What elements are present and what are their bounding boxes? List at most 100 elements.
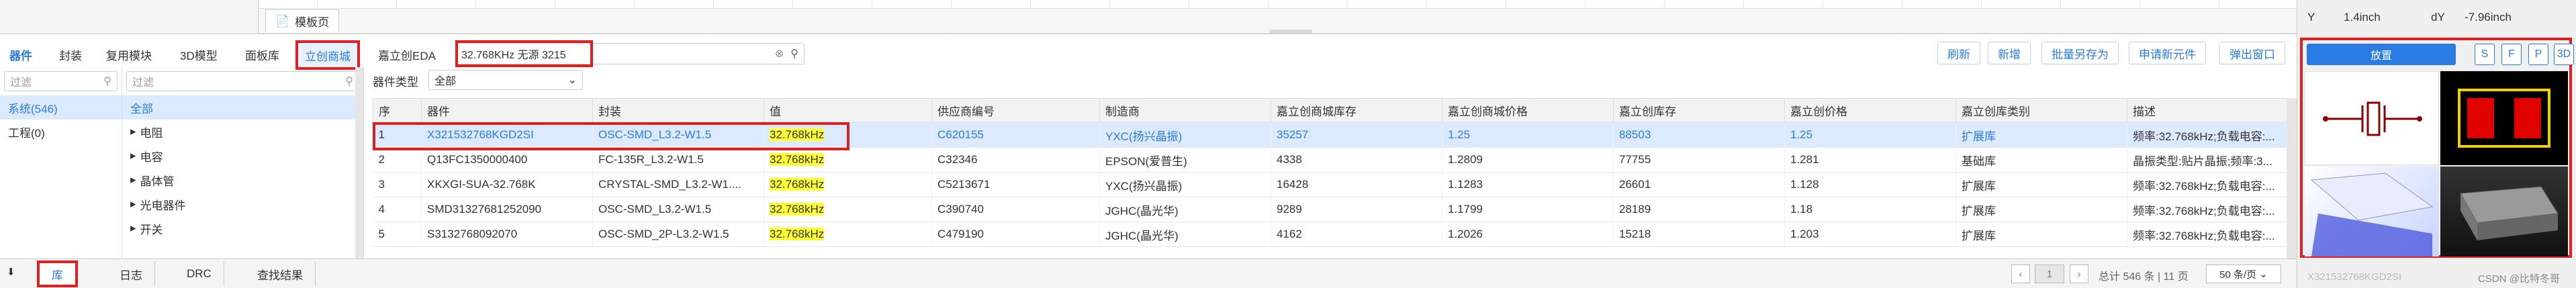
table-cell: JGHC(晶光华) (1099, 197, 1271, 222)
table-row[interactable]: 5 S3132768092070 OSC-SMD_2P-L3.2-W1.5 32.76… (373, 222, 2287, 247)
preview-caption: X321532768KGD2SI (2307, 271, 2402, 283)
tree-item[interactable]: ▸ 光电器件 (122, 192, 363, 216)
column-header[interactable]: 嘉立创库类别 (1956, 98, 2127, 123)
pcb-render-icon (2310, 173, 2434, 256)
caret-right-icon: ▸ (130, 222, 136, 234)
bottom-tab-drc[interactable]: DRC (175, 262, 224, 286)
table-cell: 1.1283 (1442, 172, 1614, 197)
per-page-value: 50 条/页 (2219, 269, 2257, 281)
tab-devices[interactable]: 器件 (3, 42, 39, 67)
3d-view-button[interactable]: 3D (2554, 44, 2574, 65)
symbol-view-button[interactable]: S (2475, 44, 2495, 65)
table-cell: EPSON(爱普生) (1099, 147, 1271, 173)
tree-item[interactable]: ▸ 晶体管 (122, 168, 363, 192)
column-header[interactable]: 嘉立创商城库存 (1271, 98, 1442, 123)
filter-input-tree[interactable]: 过滤 ⚲ (126, 71, 359, 91)
table-cell: 32.768kHz (764, 172, 932, 197)
table-cell: 1.2026 (1442, 222, 1614, 247)
table-cell: 16428 (1271, 172, 1442, 197)
footprint-pads-icon (2458, 89, 2550, 148)
table-cell: C620155 (931, 122, 1100, 148)
tree-item[interactable]: ▸ 电阻 (122, 119, 363, 144)
device-type-label: 器件类型 (373, 76, 418, 89)
column-header[interactable]: 制造商 (1099, 98, 1271, 123)
tab-reuse-modules[interactable]: 复用模块 (99, 42, 158, 67)
value-highlight: 32.768kHz (770, 228, 825, 240)
column-header[interactable]: 序 (373, 98, 422, 123)
table-cell: 15218 (1613, 222, 1785, 247)
popout-window-button[interactable]: 弹出窗口 (2219, 42, 2285, 64)
tree-item[interactable]: ▸ 开关 (122, 216, 363, 240)
footprint-view-button[interactable]: F (2501, 44, 2522, 65)
next-page-button[interactable]: › (2070, 265, 2088, 283)
table-row[interactable]: 4 SMD31327681252090 OSC-SMD_L3.2-W1.5 32.76… (373, 197, 2287, 222)
table-cell: S3132768092070 (421, 222, 593, 247)
tree-item-label: 电容 (140, 150, 163, 164)
table-row[interactable]: 3 XKXGI-SUA-32.768K CRYSTAL-SMD_L3.2-W1...… (373, 172, 2287, 197)
place-button[interactable]: 放置 (2307, 44, 2456, 65)
bottom-tab-library[interactable]: 库 (37, 260, 78, 287)
table-cell: 5 (373, 222, 422, 247)
table-scrollbar[interactable] (2287, 98, 2297, 258)
per-page-select[interactable]: 50 条/页 ⌄ (2206, 265, 2281, 283)
table-cell: C479190 (931, 222, 1100, 247)
tab-3d-models[interactable]: 3D模型 (173, 42, 224, 67)
column-header[interactable]: 嘉立创价格 (1784, 98, 1956, 123)
tree-scrollbar[interactable] (355, 67, 363, 258)
column-header[interactable]: 描述 (2127, 98, 2287, 123)
column-header[interactable]: 器件 (421, 98, 593, 123)
table-cell: 3 (373, 172, 422, 197)
add-button[interactable]: 新增 (1988, 42, 2031, 64)
column-header[interactable]: 值 (764, 98, 932, 123)
chevron-down-icon: ⌄ (567, 75, 577, 86)
bottom-tab-log[interactable]: 日志 (107, 262, 155, 286)
3d-preview (2440, 166, 2568, 256)
column-header[interactable]: 嘉立创商城价格 (1442, 98, 1614, 123)
list-item-project[interactable]: 工程(0) (0, 119, 122, 144)
table-row[interactable]: 2 Q13FC1350000400 FC-135R_L3.2-W1.5 32.768k… (373, 147, 2287, 173)
dy-value: -7.96inch (2465, 11, 2512, 23)
column-header[interactable]: 封装 (592, 98, 764, 123)
tree-item-all[interactable]: 全部 (122, 95, 363, 119)
pcb-view-button[interactable]: P (2528, 44, 2548, 65)
caret-right-icon: ▸ (130, 173, 136, 186)
table-cell: 32.768kHz (764, 222, 932, 247)
table-cell: YXC(扬兴晶振) (1099, 172, 1271, 197)
column-header[interactable]: 供应商编号 (931, 98, 1100, 123)
arrow-down-icon[interactable]: ⬇ (7, 266, 15, 278)
tab-jlc-eda[interactable]: 嘉立创EDA (371, 42, 443, 67)
table-cell: OSC-SMD_2P-L3.2-W1.5 (592, 222, 764, 247)
filter-input-left[interactable]: 过滤 ⚲ (4, 71, 118, 91)
tab-footprints[interactable]: 封装 (52, 42, 89, 67)
device-type-select[interactable]: 全部 ⌄ (428, 70, 583, 90)
footprint-preview (2440, 71, 2568, 165)
table-cell: 扩展库 (1956, 222, 2127, 247)
tab-template-label: 模板页 (295, 16, 330, 29)
search-icon[interactable]: ⚲ (790, 47, 798, 60)
category-tree: 过滤 ⚲ 全部 ▸ 电阻 ▸ 电容 ▸ 晶体管 ▸ 光电器件 ▸ 开关 (122, 67, 364, 258)
page-icon: 📄 (275, 14, 290, 28)
page-number-input[interactable]: 1 (2035, 265, 2064, 283)
document-tab-bar (259, 8, 2297, 32)
bottom-tab-find-results[interactable]: 查找结果 (245, 262, 316, 286)
tab-panel-library[interactable]: 面板库 (238, 42, 286, 67)
tree-item[interactable]: ▸ 电容 (122, 144, 363, 168)
table-cell: 32.768kHz (764, 197, 932, 222)
list-item-system[interactable]: 系统(546) (0, 95, 122, 119)
table-cell: 88503 (1613, 122, 1785, 148)
tab-template-page[interactable]: 📄 模板页 (265, 9, 340, 32)
prev-page-button[interactable]: ‹ (2011, 265, 2030, 283)
y-value: 1.4inch (2344, 11, 2381, 23)
apply-new-component-button[interactable]: 申请新元件 (2129, 42, 2206, 64)
table-cell: 1.281 (1784, 147, 1956, 173)
filter-placeholder: 过滤 (132, 77, 154, 89)
table-cell: YXC(扬兴晶振) (1099, 122, 1271, 148)
column-header[interactable]: 嘉立创库存 (1613, 98, 1785, 123)
tree-item-label: 晶体管 (140, 175, 175, 188)
batch-save-as-button[interactable]: 批量另存为 (2041, 42, 2119, 64)
clear-icon[interactable]: ⊗ (775, 47, 784, 60)
tab-lcsc-mall[interactable]: 立创商城 (295, 40, 360, 70)
refresh-button[interactable]: 刷新 (1937, 42, 1980, 64)
table-cell: C32346 (931, 147, 1100, 173)
table-cell: 频率:32.768kHz;负载电容:... (2127, 222, 2287, 247)
